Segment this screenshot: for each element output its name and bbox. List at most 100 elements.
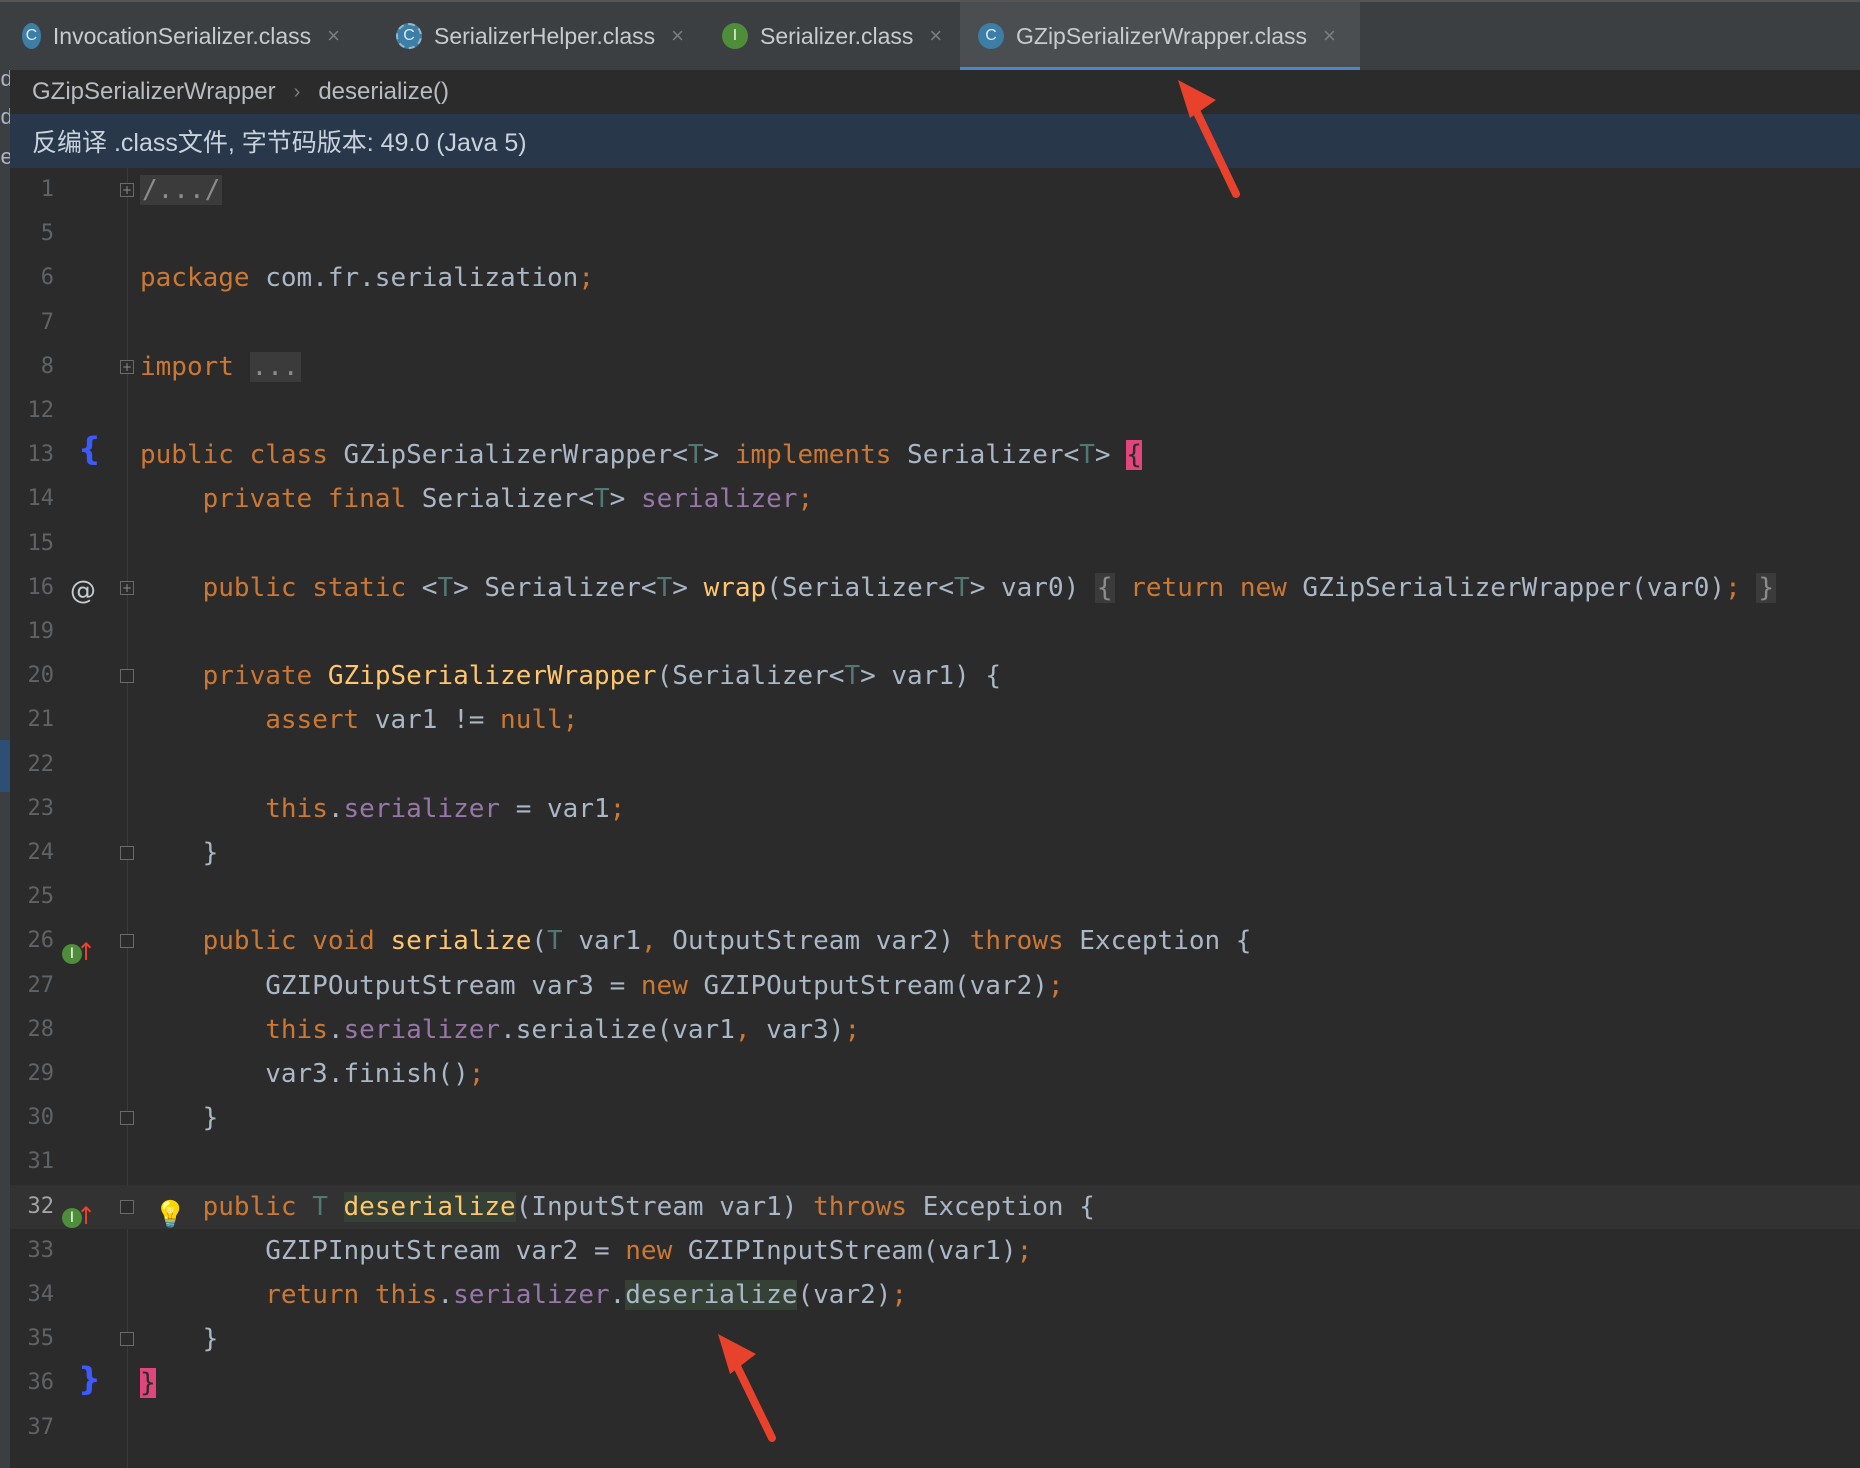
line-number[interactable]: 21 (10, 698, 55, 742)
code-line[interactable]: 20 private GZipSerializerWrapper(Seriali… (10, 654, 1860, 698)
code-line[interactable]: 19 (10, 610, 1860, 654)
line-number[interactable]: 14 (10, 477, 55, 521)
code-line[interactable]: 5 (10, 212, 1860, 256)
breadcrumb-class[interactable]: GZipSerializerWrapper (32, 78, 276, 106)
line-number[interactable]: 28 (10, 1008, 55, 1052)
line-number[interactable]: 32 (10, 1185, 55, 1229)
line-number[interactable]: 8 (10, 345, 54, 389)
tab-serializer[interactable]: I Serializer.class × (722, 2, 952, 70)
code-text[interactable]: public void serialize(T var1, OutputStre… (140, 919, 1252, 963)
tab-gzip-serializer-wrapper[interactable]: C GZipSerializerWrapper.class × (960, 2, 1360, 71)
code-line[interactable]: 35 } (10, 1317, 1860, 1361)
code-text[interactable]: public class GZipSerializerWrapper<T> im… (140, 433, 1142, 477)
expand-fold-icon[interactable]: + (120, 580, 134, 595)
code-text[interactable]: } (140, 831, 219, 875)
line-number[interactable]: 24 (10, 831, 55, 875)
breadcrumb-method[interactable]: deserialize() (318, 78, 449, 106)
line-number[interactable]: 13 (10, 433, 55, 477)
close-icon[interactable]: × (671, 23, 684, 49)
code-line[interactable]: 8 import ... (10, 345, 1860, 389)
code-line[interactable]: 34 return this.serializer.deserialize(va… (10, 1273, 1860, 1317)
code-line[interactable]: 12 (10, 389, 1860, 433)
code-text[interactable]: private final Serializer<T> serializer; (140, 477, 814, 521)
line-number[interactable]: 36 (10, 1361, 55, 1405)
code-line[interactable]: 23 this.serializer = var1; (10, 787, 1860, 831)
tab-serializer-helper[interactable]: C SerializerHelper.class × (396, 2, 696, 70)
line-number[interactable]: 33 (10, 1229, 55, 1273)
line-number[interactable]: 30 (10, 1096, 55, 1140)
code-line[interactable]: 29 var3.finish(); (10, 1052, 1860, 1096)
code-line[interactable]: 1 /.../ (10, 168, 1860, 212)
code-text[interactable]: this.serializer = var1; (140, 787, 625, 831)
code-line[interactable]: 24 } (10, 831, 1860, 875)
line-number[interactable]: 12 (10, 389, 55, 433)
code-line[interactable]: 27 GZIPOutputStream var3 = new GZIPOutpu… (10, 964, 1860, 1008)
line-number[interactable]: 29 (10, 1052, 55, 1096)
close-icon[interactable]: × (929, 23, 942, 49)
code-line[interactable]: 21 assert var1 != null; (10, 698, 1860, 742)
code-text[interactable]: var3.finish(); (140, 1052, 484, 1096)
line-number[interactable]: 20 (10, 654, 55, 698)
code-text[interactable]: } (140, 1096, 219, 1140)
code-line[interactable]: 22 (10, 743, 1860, 787)
collapse-fold-icon[interactable] (120, 1332, 134, 1347)
line-number[interactable]: 22 (10, 743, 55, 787)
line-number[interactable]: 16 (10, 566, 55, 610)
code-line[interactable]: 28 this.serializer.serialize(var1, var3)… (10, 1008, 1860, 1052)
code-text[interactable]: assert var1 != null; (140, 698, 578, 742)
code-line[interactable]: 32 public T deserialize(InputStream var1… (10, 1184, 1860, 1229)
collapse-fold-icon[interactable] (120, 1199, 134, 1214)
code-text[interactable]: this.serializer.serialize(var1, var3); (140, 1008, 860, 1052)
code-line[interactable]: 13 public class GZipSerializerWrapper<T> … (10, 433, 1860, 477)
line-number[interactable]: 35 (10, 1317, 55, 1361)
collapse-fold-icon[interactable] (120, 1111, 134, 1126)
code-text[interactable]: return this.serializer.deserialize(var2)… (140, 1273, 907, 1317)
code-line[interactable]: 37 (10, 1406, 1860, 1450)
collapse-fold-icon[interactable] (120, 934, 134, 949)
code-text[interactable]: package com.fr.serialization; (140, 256, 594, 300)
line-number[interactable]: 6 (10, 256, 54, 300)
code-text[interactable]: public static <T> Serializer<T> wrap(Ser… (140, 566, 1777, 610)
code-text[interactable]: public T deserialize(InputStream var1) t… (140, 1185, 1095, 1229)
collapse-fold-icon[interactable] (120, 669, 134, 684)
code-line[interactable]: 31 (10, 1140, 1860, 1184)
code-line[interactable]: 25 (10, 875, 1860, 919)
code-line[interactable]: 6 package com.fr.serialization; (10, 256, 1860, 300)
line-number[interactable]: 37 (10, 1406, 55, 1450)
line-number[interactable]: 5 (10, 212, 54, 256)
code-line[interactable]: 7 (10, 301, 1860, 345)
line-number[interactable]: 19 (10, 610, 55, 654)
line-number[interactable]: 26 (10, 919, 55, 963)
brace-close-marker: } (78, 1360, 101, 1398)
line-number[interactable]: 15 (10, 522, 55, 566)
code-text[interactable]: private GZipSerializerWrapper(Serializer… (140, 654, 1001, 698)
code-text[interactable]: } (140, 1361, 156, 1405)
close-icon[interactable]: × (327, 23, 340, 49)
code-line[interactable]: 16 public static <T> Serializer<T> wrap(… (10, 566, 1860, 610)
code-line[interactable]: 33 GZIPInputStream var2 = new GZIPInputS… (10, 1229, 1860, 1273)
expand-fold-icon[interactable]: + (120, 183, 134, 197)
line-number[interactable]: 7 (10, 301, 54, 345)
line-number[interactable]: 1 (10, 168, 54, 212)
expand-fold-icon[interactable]: + (120, 359, 134, 374)
tab-invocation-serializer[interactable]: C InvocationSerializer.class × (22, 2, 340, 70)
code-text[interactable]: import ... (140, 345, 301, 389)
line-number[interactable]: 27 (10, 964, 55, 1008)
code-editor[interactable]: 1 /.../ 5 6 package com.fr.serialization; 7 8 i… (10, 168, 1860, 1468)
code-line[interactable]: 26 public void serialize(T var1, OutputS… (10, 919, 1860, 963)
code-line[interactable]: 14 private final Serializer<T> serialize… (10, 477, 1860, 521)
close-icon[interactable]: × (1323, 23, 1336, 49)
code-text[interactable]: } (140, 1317, 219, 1361)
code-text[interactable]: GZIPInputStream var2 = new GZIPInputStre… (140, 1229, 1032, 1273)
line-number[interactable]: 25 (10, 875, 55, 919)
collapse-fold-icon[interactable] (120, 846, 134, 860)
code-line[interactable]: 30 } (10, 1096, 1860, 1140)
code-text[interactable]: /.../ (140, 168, 223, 212)
line-number[interactable]: 23 (10, 787, 55, 831)
code-line[interactable]: 36} (10, 1361, 1860, 1405)
line-number[interactable]: 31 (10, 1140, 55, 1184)
lightbulb-icon[interactable]: 💡 (154, 1200, 186, 1230)
code-line[interactable]: 15 (10, 522, 1860, 566)
code-text[interactable]: GZIPOutputStream var3 = new GZIPOutputSt… (140, 964, 1063, 1008)
line-number[interactable]: 34 (10, 1273, 55, 1317)
